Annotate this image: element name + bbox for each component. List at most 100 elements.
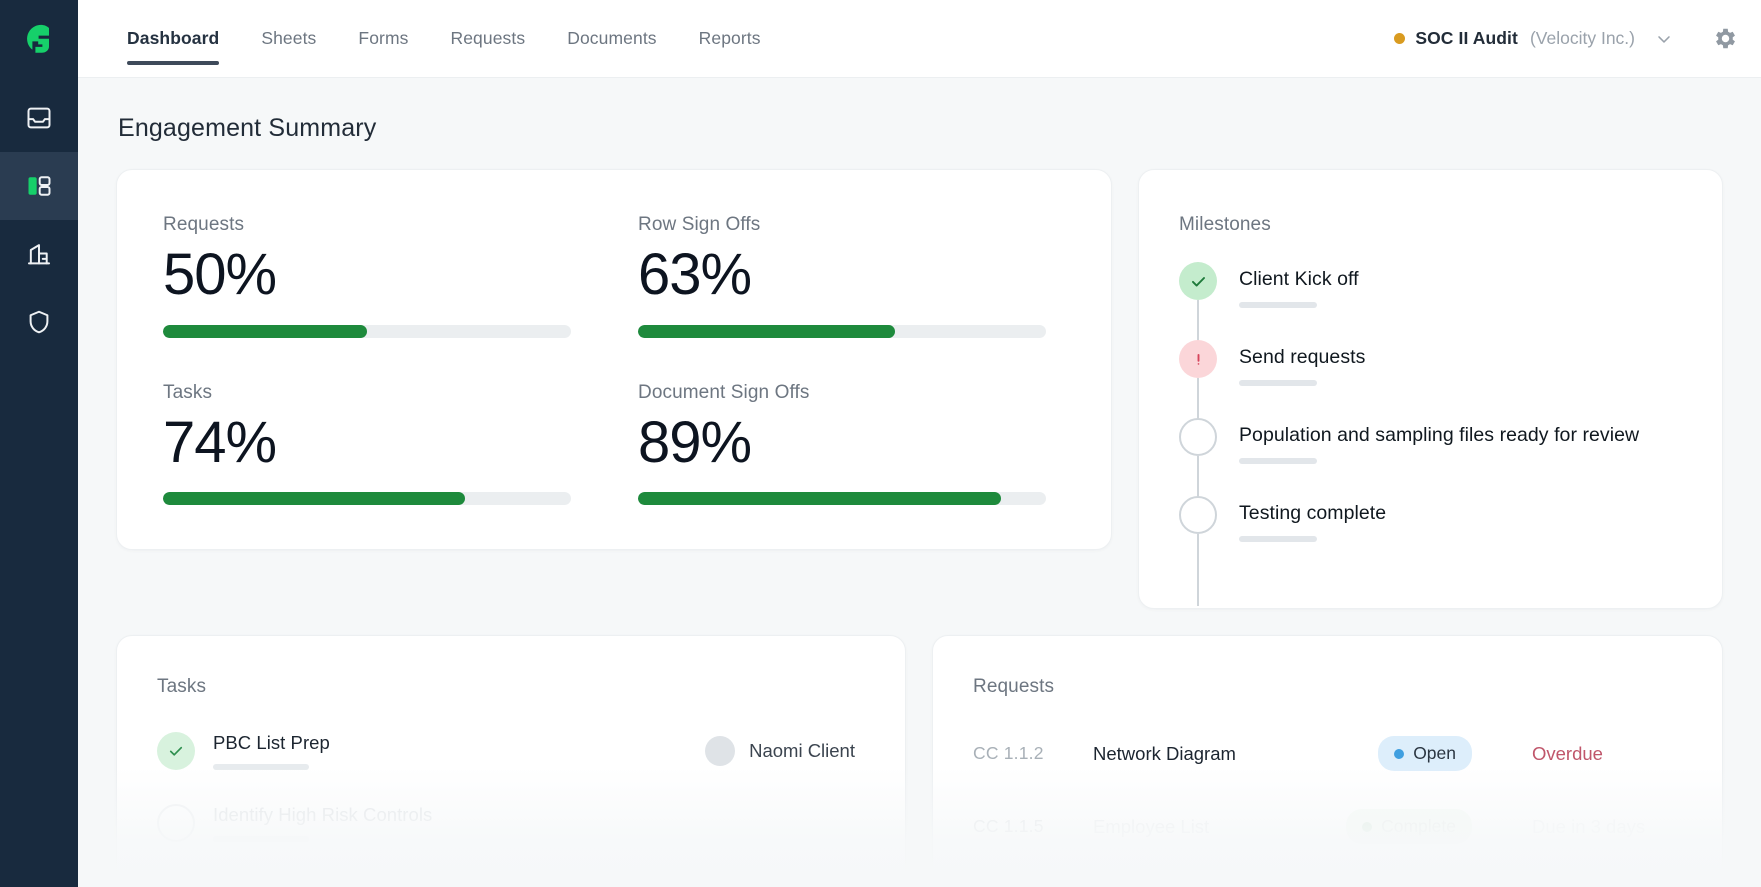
requests-panel: Requests CC 1.1.2 Network Diagram Open O… bbox=[932, 635, 1723, 887]
request-name: Employee List bbox=[1093, 815, 1210, 837]
milestone-status-alert bbox=[1179, 340, 1217, 378]
progress-track bbox=[163, 492, 571, 506]
progress-track bbox=[638, 492, 1046, 506]
milestone-meta-placeholder bbox=[1239, 302, 1317, 308]
project-name: SOC II Audit bbox=[1415, 28, 1518, 48]
task-assignee: Naomi Client bbox=[705, 736, 865, 766]
top-navigation-bar: Dashboard Sheets Forms Requests Document… bbox=[78, 0, 1761, 78]
request-name: Network Diagram bbox=[1093, 742, 1236, 764]
status-label: Open bbox=[1413, 743, 1456, 763]
settings-button[interactable] bbox=[1712, 25, 1739, 52]
metric-label: Requests bbox=[163, 214, 245, 235]
tab-reports[interactable]: Reports bbox=[678, 0, 782, 77]
request-due-label: Due in 3 days bbox=[1532, 815, 1646, 837]
tab-label: Dashboard bbox=[127, 28, 220, 48]
metric-document-sign-offs: Document Sign Offs 89% bbox=[638, 382, 1065, 506]
topbar-right-controls: SOC II Audit (Velocity Inc.) bbox=[1390, 0, 1761, 77]
sidebar-item-engagements[interactable] bbox=[0, 220, 78, 288]
milestone-item[interactable]: Testing complete bbox=[1179, 496, 1682, 606]
request-due-label: Overdue bbox=[1532, 742, 1603, 764]
tab-forms[interactable]: Forms bbox=[337, 0, 429, 77]
milestone-label: Send requests bbox=[1239, 346, 1366, 368]
request-status-badge[interactable]: Open bbox=[1378, 736, 1472, 771]
assignee-name: Naomi Client bbox=[749, 740, 855, 761]
project-org: (Velocity Inc.) bbox=[1529, 28, 1635, 48]
project-status-dot bbox=[1394, 33, 1406, 44]
milestone-body: Client Kick off bbox=[1239, 266, 1359, 308]
sidebar-item-dashboard[interactable] bbox=[0, 152, 78, 220]
milestone-status-todo bbox=[1179, 418, 1217, 456]
project-selector[interactable]: SOC II Audit (Velocity Inc.) bbox=[1390, 22, 1678, 55]
request-status-badge[interactable]: Complete bbox=[1346, 809, 1472, 844]
dashboard-panels-icon bbox=[28, 176, 51, 196]
app-logo[interactable] bbox=[0, 0, 78, 78]
metric-value: 50% bbox=[163, 242, 277, 307]
metric-label: Row Sign Offs bbox=[638, 214, 761, 235]
metrics-grid: Requests 50% Row Sign Offs 63% Tasks 74%… bbox=[163, 214, 1065, 506]
avatar bbox=[705, 736, 736, 766]
request-control-code: CC 1.1.5 bbox=[973, 816, 1044, 836]
tab-sheets[interactable]: Sheets bbox=[240, 0, 337, 77]
bottom-panels-row: Tasks PBC List Prep Naomi Client Identif… bbox=[116, 635, 1723, 887]
milestone-label: Client Kick off bbox=[1239, 268, 1359, 290]
dashboard-content: Engagement Summary Requests 50% Row Sign… bbox=[78, 78, 1761, 887]
tab-label: Sheets bbox=[261, 28, 317, 48]
progress-fill bbox=[163, 492, 465, 506]
task-main: Identify High Risk Controls bbox=[213, 804, 865, 842]
exclamation-icon bbox=[1197, 353, 1199, 365]
metric-value: 89% bbox=[638, 409, 752, 475]
chevron-down-icon bbox=[1654, 29, 1674, 49]
check-icon bbox=[169, 746, 183, 756]
progress-fill bbox=[638, 492, 1002, 506]
rail-items bbox=[0, 84, 78, 356]
tab-requests[interactable]: Requests bbox=[429, 0, 546, 77]
metric-requests: Requests 50% bbox=[163, 214, 590, 338]
task-checkbox-checked[interactable] bbox=[157, 732, 195, 770]
task-row[interactable]: PBC List Prep Naomi Client bbox=[157, 732, 865, 770]
task-name: PBC List Prep bbox=[213, 732, 330, 753]
milestone-status-done bbox=[1179, 262, 1217, 300]
sidebar-item-security[interactable] bbox=[0, 288, 78, 356]
request-control-code: CC 1.1.2 bbox=[973, 743, 1044, 763]
milestone-item[interactable]: Population and sampling files ready for … bbox=[1179, 418, 1682, 528]
task-row[interactable]: Identify High Risk Controls bbox=[157, 804, 865, 842]
task-name: Identify High Risk Controls bbox=[213, 804, 433, 825]
metric-label: Tasks bbox=[163, 381, 213, 403]
milestone-meta-placeholder bbox=[1239, 380, 1317, 386]
request-row[interactable]: CC 1.1.5 Employee List Complete Due in 3… bbox=[973, 809, 1682, 844]
tab-documents[interactable]: Documents bbox=[546, 0, 677, 77]
top-cards-row: Requests 50% Row Sign Offs 63% Tasks 74%… bbox=[116, 169, 1723, 609]
milestone-item[interactable]: Client Kick off bbox=[1179, 262, 1682, 372]
shield-icon bbox=[29, 310, 49, 334]
tab-label: Forms bbox=[358, 28, 409, 48]
progress-track bbox=[163, 324, 571, 338]
request-row[interactable]: CC 1.1.2 Network Diagram Open Overdue bbox=[973, 736, 1682, 771]
task-meta-placeholder bbox=[213, 836, 309, 842]
milestone-body: Population and sampling files ready for … bbox=[1239, 422, 1639, 464]
progress-track bbox=[638, 324, 1046, 338]
milestone-label: Testing complete bbox=[1239, 502, 1387, 524]
milestone-status-todo bbox=[1179, 496, 1217, 534]
progress-fill bbox=[638, 324, 896, 338]
metric-row-sign-offs: Row Sign Offs 63% bbox=[638, 214, 1065, 338]
status-dot-icon bbox=[1362, 821, 1373, 832]
metric-label: Document Sign Offs bbox=[638, 381, 810, 403]
milestone-meta-placeholder bbox=[1239, 536, 1317, 542]
gear-icon bbox=[1716, 28, 1735, 49]
gather-logo-icon bbox=[27, 24, 49, 53]
metric-tasks: Tasks 74% bbox=[163, 382, 590, 506]
left-nav-rail bbox=[0, 0, 78, 887]
sidebar-item-inbox[interactable] bbox=[0, 84, 78, 152]
milestone-body: Testing complete bbox=[1239, 500, 1386, 542]
page-title: Engagement Summary bbox=[118, 114, 377, 142]
requests-panel-title: Requests bbox=[973, 676, 1055, 697]
milestones-card: Milestones Client Kick off Send requests… bbox=[1138, 169, 1723, 609]
app-root: Dashboard Sheets Forms Requests Document… bbox=[0, 0, 1761, 887]
main-area: Dashboard Sheets Forms Requests Document… bbox=[78, 0, 1761, 887]
tab-dashboard[interactable]: Dashboard bbox=[106, 0, 240, 77]
milestone-meta-placeholder bbox=[1239, 458, 1317, 464]
task-checkbox-unchecked[interactable] bbox=[157, 804, 195, 842]
milestone-item[interactable]: Send requests bbox=[1179, 340, 1682, 450]
building-icon bbox=[27, 244, 51, 265]
check-icon bbox=[1191, 276, 1205, 286]
